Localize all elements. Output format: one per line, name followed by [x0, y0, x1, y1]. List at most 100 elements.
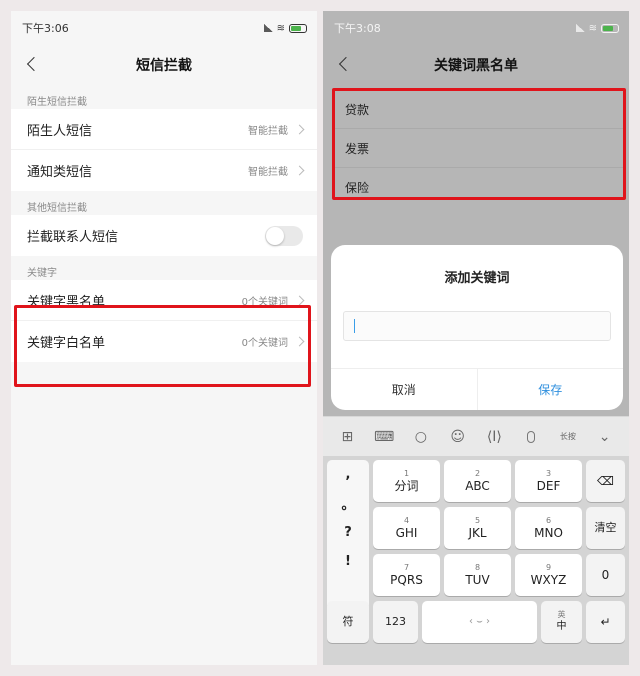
key-6[interactable]: 6 MNO — [515, 507, 582, 549]
key-9[interactable]: 9 WXYZ — [515, 554, 582, 596]
numeric-key[interactable]: 123 — [373, 601, 418, 643]
chevron-right-icon — [294, 336, 305, 347]
symbol-key[interactable]: 符 — [327, 601, 369, 643]
section-header-stranger: 陌生短信拦截 — [27, 97, 87, 108]
key-0[interactable]: 0 — [586, 554, 625, 596]
status-time: 下午3:08 — [334, 22, 381, 35]
key-label: TUV — [465, 573, 490, 587]
key-4[interactable]: 4 GHI — [373, 507, 440, 549]
mic-icon[interactable] — [520, 426, 542, 448]
key-label: JKL — [468, 526, 487, 540]
title-bar: 关键词黑名单 — [323, 45, 629, 85]
backspace-key[interactable]: ⌫ — [586, 460, 625, 502]
row-keyword-blacklist[interactable]: 关键字黑名单 0个关键词 — [11, 280, 317, 321]
status-bar: 下午3:06 ≋ — [11, 11, 317, 45]
row-label: 拦截联系人短信 — [27, 230, 119, 245]
language-switch-key[interactable]: 英 中 — [541, 601, 582, 643]
keyword-blacklist-screen: 下午3:08 ≋ 关键词黑名单 贷款 发票 保险 添加关键词 取消 保存 ⊞ ⌨… — [323, 11, 629, 665]
space-key[interactable]: ‹ ⌣ › — [422, 601, 537, 643]
row-value-wrap: 智能拦截 — [248, 163, 305, 178]
sms-block-screen: 下午3:06 ≋ 短信拦截 陌生短信拦截 陌生人短信 智能拦截 通知类短信 智能… — [11, 11, 317, 665]
page-title: 关键词黑名单 — [434, 58, 518, 74]
back-arrow-icon[interactable] — [337, 57, 351, 71]
key-label: 分词 — [394, 479, 419, 493]
save-button[interactable]: 保存 — [476, 369, 624, 410]
key-label: WXYZ — [530, 573, 567, 587]
enter-icon: ↵ — [600, 615, 611, 629]
enter-key[interactable]: ↵ — [586, 601, 625, 643]
key-num: 4 — [403, 516, 410, 525]
row-value-wrap: 0个关键词 — [241, 334, 305, 349]
key-label: 符 — [342, 615, 354, 628]
key-5[interactable]: 5 JKL — [444, 507, 511, 549]
row-keyword-whitelist[interactable]: 关键字白名单 0个关键词 — [11, 321, 317, 362]
chevron-right-icon — [294, 295, 305, 305]
key-num: 6 — [545, 516, 552, 525]
key-num: 2 — [474, 469, 481, 478]
section-header-other: 其他短信拦截 — [27, 203, 87, 214]
signal-icon — [575, 24, 585, 32]
emoji-icon[interactable]: ☺ — [447, 426, 469, 448]
chevron-right-icon — [294, 165, 305, 176]
lang-top: 英 — [557, 610, 566, 619]
key-label: DEF — [536, 479, 561, 493]
punct-key[interactable]: ? — [327, 518, 369, 547]
key-label: GHI — [395, 526, 418, 540]
battery-icon — [601, 23, 619, 33]
clear-label: 清空 — [594, 521, 617, 534]
keyboard-icon[interactable]: ⌨ — [373, 426, 395, 448]
wifi-icon: ≋ — [588, 22, 597, 34]
block-contacts-toggle[interactable] — [265, 225, 303, 246]
row-notification-sms[interactable]: 通知类短信 智能拦截 — [11, 150, 317, 191]
row-value: 0个关键词 — [241, 338, 288, 349]
cancel-button[interactable]: 取消 — [331, 369, 477, 410]
key-num: 7 — [403, 563, 410, 572]
key-num: 1 — [403, 469, 410, 478]
dialog-title: 添加关键词 — [444, 271, 510, 286]
keyboard: , 。 ? ! 1 分词 2 ABC 3 DEF ⌫ 4 GHI 5 JKL 6… — [323, 456, 629, 665]
keyword-item[interactable]: 贷款 — [335, 90, 625, 129]
row-value: 智能拦截 — [248, 167, 288, 178]
key-label: 0 — [601, 568, 610, 582]
back-arrow-icon[interactable] — [25, 57, 39, 71]
status-icons: ≋ — [575, 22, 619, 34]
key-label: ABC — [465, 479, 490, 493]
grid-icon[interactable]: ⊞ — [336, 426, 358, 448]
punct-key[interactable]: 。 — [327, 489, 369, 518]
row-block-contacts: 拦截联系人短信 — [11, 215, 317, 256]
search-icon[interactable]: ○ — [410, 426, 432, 448]
cursor-icon[interactable]: ⟨I⟩ — [483, 426, 505, 448]
other-group: 拦截联系人短信 — [11, 215, 317, 256]
keyword-input[interactable] — [343, 311, 611, 341]
status-time: 下午3:06 — [22, 22, 69, 35]
row-label: 通知类短信 — [27, 165, 93, 180]
row-value: 0个关键词 — [241, 296, 288, 308]
punct-key[interactable]: , — [327, 460, 369, 489]
key-label: PQRS — [390, 573, 423, 587]
title-bar: 短信拦截 — [11, 45, 317, 85]
dialog-buttons: 取消 保存 — [331, 368, 623, 410]
row-value-wrap: 0个关键词 — [241, 293, 305, 308]
keyword-item[interactable]: 保险 — [335, 168, 625, 207]
wifi-icon: ≋ — [276, 22, 285, 34]
key-7[interactable]: 7 PQRS — [373, 554, 440, 596]
row-label: 关键字黑名单 — [27, 294, 106, 310]
space-mic-icon: ‹ ⌣ › — [469, 616, 490, 627]
key-label: 123 — [385, 615, 406, 628]
row-stranger-sms[interactable]: 陌生人短信 智能拦截 — [11, 109, 317, 150]
key-3[interactable]: 3 DEF — [515, 460, 582, 502]
key-2[interactable]: 2 ABC — [444, 460, 511, 502]
status-bar: 下午3:08 ≋ — [323, 11, 629, 45]
key-1[interactable]: 1 分词 — [373, 460, 440, 502]
long-press-icon[interactable]: 长按 — [557, 426, 579, 448]
collapse-icon[interactable]: ⌄ — [594, 426, 616, 448]
key-label: MNO — [534, 526, 563, 540]
row-value: 智能拦截 — [248, 125, 288, 137]
stranger-group: 陌生人短信 智能拦截 通知类短信 智能拦截 — [11, 109, 317, 191]
page-title: 短信拦截 — [136, 58, 192, 74]
punct-key[interactable]: ! — [327, 547, 369, 576]
key-num: 8 — [474, 563, 481, 572]
key-8[interactable]: 8 TUV — [444, 554, 511, 596]
keyword-item[interactable]: 发票 — [335, 129, 625, 168]
clear-key[interactable]: 清空 — [586, 507, 625, 549]
